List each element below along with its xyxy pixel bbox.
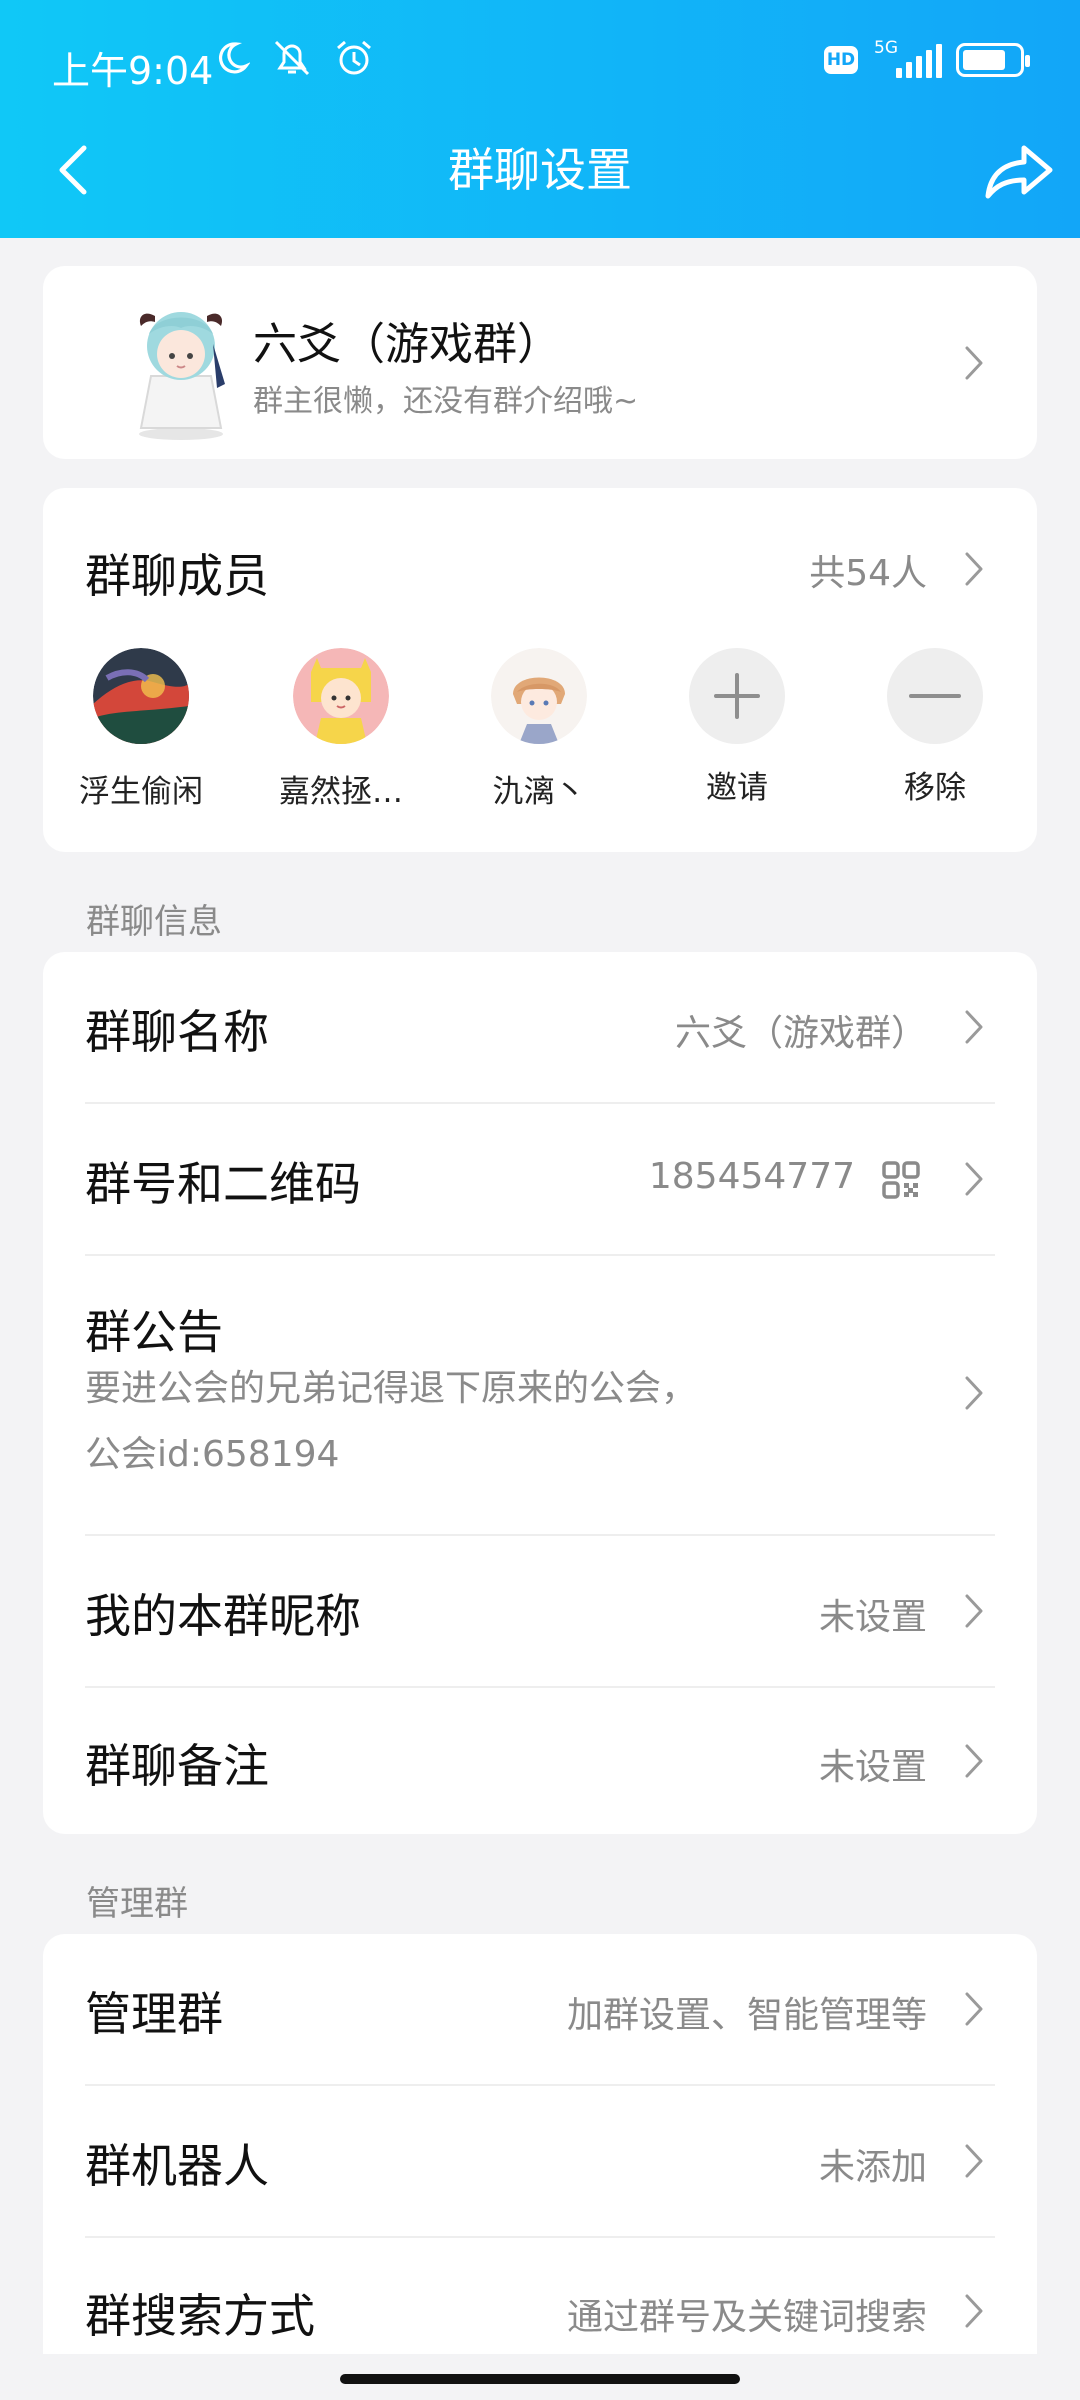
group-id-label: 群号和二维码 bbox=[85, 1157, 361, 1211]
manage-group-label: 管理群 bbox=[85, 1987, 223, 2041]
minus-icon bbox=[909, 694, 961, 698]
group-name-value: 六爻（游戏群） bbox=[674, 1013, 927, 1054]
chevron-right-icon bbox=[965, 1594, 983, 1628]
battery-icon bbox=[956, 43, 1030, 77]
remove-button[interactable]: 移除 bbox=[855, 648, 1015, 807]
member-avatar bbox=[93, 648, 189, 744]
remove-label: 移除 bbox=[904, 770, 966, 806]
member-item[interactable]: 嘉然拯… bbox=[261, 648, 421, 811]
member-item[interactable]: 浮生偷闲 bbox=[61, 648, 221, 811]
group-id-row[interactable]: 群号和二维码 185454777 bbox=[43, 1104, 1037, 1254]
group-robot-value: 未添加 bbox=[818, 2147, 927, 2188]
group-robot-label: 群机器人 bbox=[85, 2139, 269, 2193]
group-notice-row[interactable]: 群公告 要进公会的兄弟记得退下原来的公会， 公会id:658194 bbox=[43, 1256, 1037, 1534]
signal-icon: 5G bbox=[872, 38, 942, 80]
group-name-label: 群聊名称 bbox=[85, 1005, 269, 1059]
group-info-card: 群聊名称 六爻（游戏群） 群号和二维码 185454777 群公告 要进公会的兄… bbox=[43, 952, 1037, 1834]
group-notice-line1: 要进公会的兄弟记得退下原来的公会， bbox=[85, 1368, 698, 1409]
invite-label: 邀请 bbox=[706, 770, 768, 806]
members-card: 群聊成员 共54人 浮生偷闲 嘉然拯… 氿漓丶 邀请 移除 bbox=[43, 488, 1037, 852]
member-name: 氿漓丶 bbox=[492, 774, 586, 810]
member-item[interactable]: 氿漓丶 bbox=[459, 648, 619, 811]
group-search-label: 群搜索方式 bbox=[85, 2289, 315, 2343]
mute-bell-icon bbox=[274, 40, 310, 76]
group-remark-label: 群聊备注 bbox=[85, 1739, 269, 1793]
plus-icon bbox=[714, 673, 760, 719]
chevron-right-icon bbox=[965, 1992, 983, 2026]
top-app-bar: 上午9:04 HD 5G 群聊设置 bbox=[0, 0, 1080, 238]
member-name: 浮生偷闲 bbox=[79, 774, 203, 810]
section-label-manage: 管理群 bbox=[86, 1884, 188, 1924]
chevron-right-icon[interactable] bbox=[963, 550, 985, 588]
member-avatar bbox=[491, 648, 587, 744]
members-count[interactable]: 共54人 bbox=[809, 544, 927, 596]
group-remark-value: 未设置 bbox=[818, 1747, 927, 1788]
invite-button[interactable]: 邀请 bbox=[657, 648, 817, 807]
group-remark-row[interactable]: 群聊备注 未设置 bbox=[43, 1688, 1037, 1834]
group-description: 群主很懒，还没有群介绍哦~ bbox=[253, 384, 639, 419]
my-nickname-label: 我的本群昵称 bbox=[85, 1589, 361, 1643]
my-nickname-row[interactable]: 我的本群昵称 未设置 bbox=[43, 1536, 1037, 1686]
group-search-row[interactable]: 群搜索方式 通过群号及关键词搜索 bbox=[43, 2238, 1037, 2354]
group-name: 六爻（游戏群） bbox=[253, 319, 561, 370]
group-search-value: 通过群号及关键词搜索 bbox=[566, 2297, 927, 2338]
chevron-right-icon bbox=[965, 1162, 983, 1196]
my-nickname-value: 未设置 bbox=[818, 1597, 927, 1638]
members-title: 群聊成员 bbox=[85, 549, 269, 603]
group-notice-line2: 公会id:658194 bbox=[85, 1434, 340, 1475]
group-name-row[interactable]: 群聊名称 六爻（游戏群） bbox=[43, 952, 1037, 1102]
share-icon[interactable] bbox=[984, 140, 1054, 200]
chevron-right-icon bbox=[965, 346, 983, 380]
group-robot-row[interactable]: 群机器人 未添加 bbox=[43, 2086, 1037, 2236]
manage-card: 管理群 加群设置、智能管理等 群机器人 未添加 群搜索方式 通过群号及关键词搜索 bbox=[43, 1934, 1037, 2354]
chevron-right-icon bbox=[965, 2144, 983, 2178]
status-bar: 上午9:04 HD 5G bbox=[0, 0, 1080, 125]
chevron-right-icon bbox=[965, 1744, 983, 1778]
moon-icon bbox=[219, 42, 250, 74]
group-notice-label: 群公告 bbox=[85, 1305, 223, 1359]
group-avatar bbox=[139, 312, 225, 440]
member-avatar bbox=[293, 648, 389, 744]
page-title: 群聊设置 bbox=[448, 143, 632, 197]
chevron-right-icon bbox=[965, 1010, 983, 1044]
chevron-right-icon bbox=[965, 1376, 983, 1410]
hd-icon: HD bbox=[824, 46, 858, 74]
member-list: 浮生偷闲 嘉然拯… 氿漓丶 邀请 移除 bbox=[61, 648, 1021, 828]
group-id-value: 185454777 bbox=[648, 1156, 855, 1197]
section-label-info: 群聊信息 bbox=[86, 902, 222, 942]
manage-group-row[interactable]: 管理群 加群设置、智能管理等 bbox=[43, 1934, 1037, 2084]
status-time: 上午9:04 bbox=[52, 49, 214, 93]
home-indicator[interactable] bbox=[340, 2374, 740, 2384]
alarm-icon bbox=[337, 40, 371, 75]
member-name: 嘉然拯… bbox=[279, 774, 403, 810]
group-profile-card[interactable]: 六爻（游戏群） 群主很懒，还没有群介绍哦~ bbox=[43, 266, 1037, 459]
qr-code-icon bbox=[882, 1161, 920, 1199]
manage-group-value: 加群设置、智能管理等 bbox=[566, 1995, 927, 2036]
chevron-right-icon bbox=[965, 2294, 983, 2328]
